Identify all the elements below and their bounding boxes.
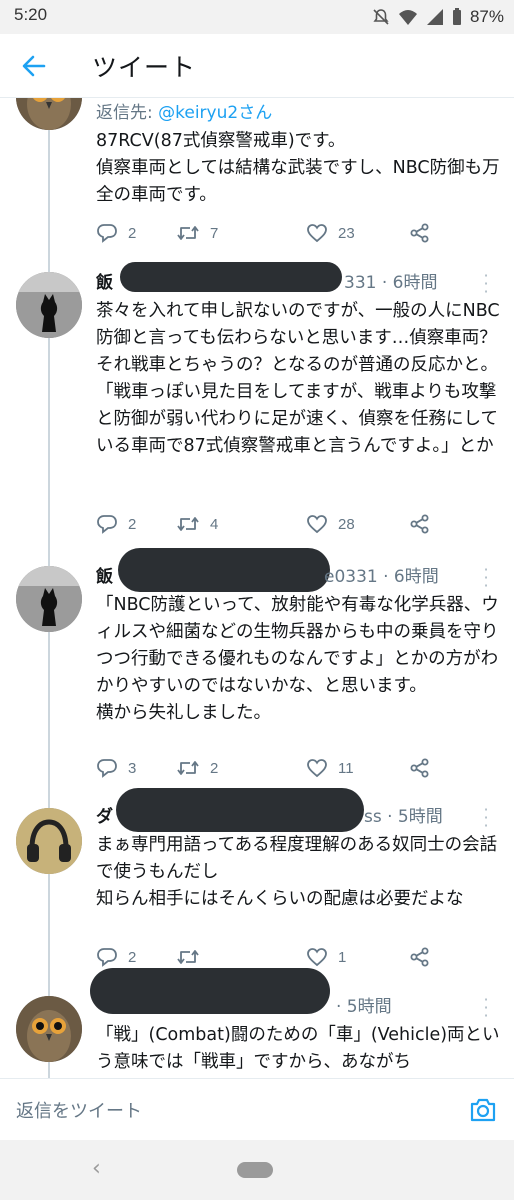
like-count: 1 (338, 948, 347, 966)
like-button[interactable]: 23 (306, 218, 355, 248)
like-count: 28 (338, 515, 355, 533)
tweet-header: · 5時間 · · · (90, 968, 500, 1024)
avatar-owl[interactable] (16, 98, 82, 130)
avatar-black-cat[interactable] (16, 272, 82, 338)
handle-and-time: e0331 · 6時間 (324, 567, 439, 587)
share-button[interactable] (410, 942, 430, 972)
share-icon[interactable] (410, 223, 430, 243)
reply-icon[interactable] (96, 758, 118, 778)
system-nav-bar: ‹ (0, 1140, 514, 1200)
reply-compose-bar[interactable]: 返信をツイート (0, 1078, 514, 1140)
heart-icon[interactable] (306, 223, 328, 243)
retweet-icon[interactable] (176, 758, 200, 778)
app-bar: ツイート (0, 34, 514, 98)
back-button[interactable] (14, 48, 54, 84)
more-options-icon[interactable]: · · · (476, 268, 496, 300)
retweet-button[interactable]: 7 (176, 218, 218, 248)
retweet-count: 7 (210, 224, 219, 242)
battery-percent: 87% (469, 7, 504, 26)
redaction-bar (120, 262, 342, 292)
tweet-actions: 2 7 23 (96, 218, 456, 248)
tweet-1[interactable]: 返信先: @keiryu2さん 87RCV(87式偵察警戒車)です。 偵察車両と… (0, 98, 514, 262)
more-options-icon[interactable]: · · · (476, 802, 496, 834)
tweet-5[interactable]: · 5時間 · · · 「戦」(Combat)闘のための「車」(Vehicle)両と… (0, 968, 514, 1078)
reply-count: 2 (128, 948, 137, 966)
tweet-header: 飯 e0331 · 6時間 · · · (96, 548, 500, 594)
tweet-text: 茶々を入れて申し訳ないのですが、一般の人にNBC防御と言っても伝わらないと思いま… (96, 301, 500, 456)
page-title: ツイート (92, 53, 197, 82)
reply-to-label: 返信先: (96, 103, 159, 123)
redaction-bar (118, 548, 330, 592)
like-count: 11 (338, 759, 354, 777)
status-bar: 5:20 87% (0, 0, 514, 34)
reply-button[interactable]: 3 (96, 753, 136, 783)
reply-count: 2 (128, 224, 137, 242)
retweet-button[interactable]: 2 (176, 753, 218, 783)
avatar-owl[interactable] (16, 996, 82, 1062)
nav-home-pill[interactable] (237, 1162, 273, 1178)
battery-icon (452, 8, 461, 25)
wifi-icon (398, 10, 417, 25)
reply-icon[interactable] (96, 223, 118, 243)
tweet-text: 「戦」(Combat)闘のための「車」(Vehicle)両という意味では「戦車」… (96, 1025, 500, 1072)
more-options-icon[interactable]: · · · (476, 562, 496, 594)
reply-count: 2 (128, 515, 137, 533)
redaction-bar (90, 968, 330, 1014)
share-button[interactable] (410, 753, 430, 783)
share-icon[interactable] (410, 514, 430, 534)
tweet-2-actions: 2 4 28 (96, 509, 456, 539)
handle-and-time: ss · 5時間 (364, 807, 443, 827)
avatar-black-cat[interactable] (16, 566, 82, 632)
retweet-icon[interactable] (176, 514, 200, 534)
share-icon[interactable] (410, 758, 430, 778)
tweet-header: 飯 331 · 6時間 · · · (96, 262, 500, 300)
display-name[interactable]: ダ (96, 807, 113, 827)
camera-icon[interactable] (468, 1095, 498, 1125)
tweet-text: 87RCV(87式偵察警戒車)です。 偵察車両としては結構な武装ですし、NBC防… (96, 131, 500, 205)
tweet-3-actions: 3 2 11 (96, 753, 456, 783)
handle-and-time: · 5時間 (336, 997, 392, 1017)
reply-to-handle-link[interactable]: @keiryu2さん (158, 103, 272, 123)
heart-icon[interactable] (306, 947, 328, 967)
more-options-icon[interactable]: · · · (476, 992, 496, 1024)
retweet-icon[interactable] (176, 223, 200, 243)
heart-icon[interactable] (306, 514, 328, 534)
reply-button[interactable]: 2 (96, 509, 136, 539)
reply-count: 3 (128, 759, 137, 777)
retweet-button[interactable]: 4 (176, 509, 218, 539)
retweet-icon[interactable] (176, 947, 200, 967)
reply-input[interactable]: 返信をツイート (16, 1097, 142, 1123)
arrow-left-icon[interactable] (22, 55, 46, 77)
share-button[interactable] (410, 509, 430, 539)
display-name[interactable]: 飯 (96, 567, 113, 587)
reply-to-line: 返信先: @keiryu2さん (96, 98, 500, 128)
bell-off-icon (373, 9, 389, 25)
share-icon[interactable] (410, 947, 430, 967)
redaction-bar (116, 788, 364, 832)
reply-icon[interactable] (96, 514, 118, 534)
avatar-headphones[interactable] (16, 808, 82, 874)
retweet-count: 2 (210, 759, 219, 777)
camera-button[interactable] (468, 1095, 498, 1125)
nav-back-icon[interactable]: ‹ (92, 1156, 101, 1181)
reply-icon[interactable] (96, 947, 118, 967)
signal-icon (426, 9, 443, 25)
display-name[interactable]: 飯 (96, 273, 113, 293)
tweet-text: 「NBC防護といって、放射能や有毒な化学兵器、ウィルスや細菌などの生物兵器からも… (96, 595, 499, 723)
heart-icon[interactable] (306, 758, 328, 778)
retweet-count: 4 (210, 515, 219, 533)
like-button[interactable]: 1 (306, 942, 346, 972)
handle-and-time: 331 · 6時間 (344, 273, 438, 293)
share-button[interactable] (410, 218, 430, 248)
status-icons: 87% (372, 4, 504, 30)
like-button[interactable]: 11 (306, 753, 354, 783)
reply-thread: 返信先: @keiryu2さん 87RCV(87式偵察警戒車)です。 偵察車両と… (0, 98, 514, 1078)
like-button[interactable]: 28 (306, 509, 355, 539)
status-time: 5:20 (14, 5, 48, 24)
tweet-header: ダ ss · 5時間 · · · (96, 788, 500, 834)
like-count: 23 (338, 224, 355, 242)
tweet-text: まぁ専門用語ってある程度理解のある奴同士の会話で使うもんだし 知らん相手にはそん… (96, 835, 498, 909)
reply-button[interactable]: 2 (96, 218, 136, 248)
